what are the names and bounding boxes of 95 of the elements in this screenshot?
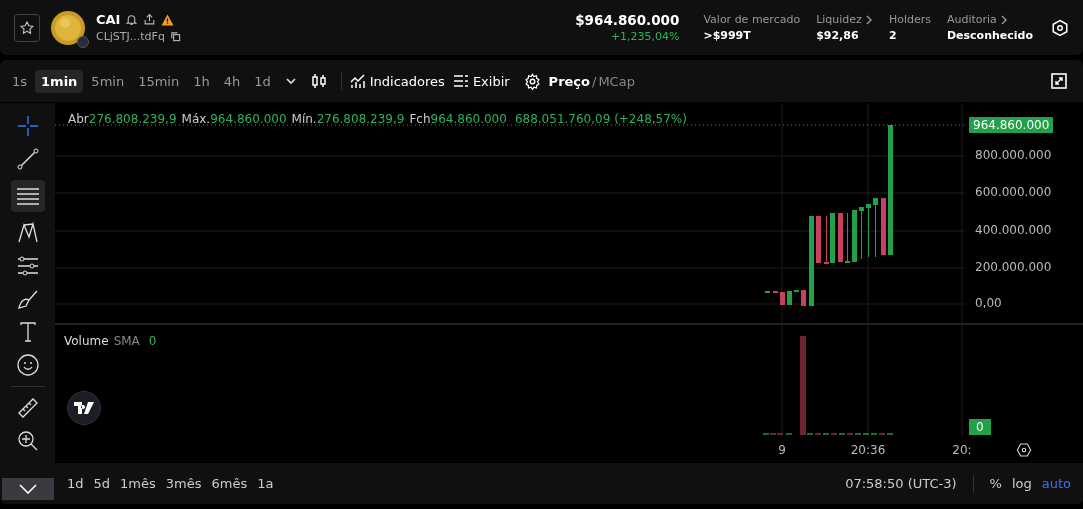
time-tick-label: 9: [777, 443, 787, 457]
scale-toggle[interactable]: log: [1011, 476, 1032, 491]
chevron-right-icon[interactable]: [865, 14, 873, 25]
indicator-value: 0: [148, 334, 157, 348]
candle: [881, 197, 886, 256]
logo-icon[interactable]: [67, 391, 101, 425]
range-button[interactable]: 6mês: [211, 476, 248, 491]
candle: [838, 212, 843, 263]
range-button[interactable]: 5d: [93, 476, 111, 491]
horizontal-lines-tool[interactable]: [10, 180, 45, 212]
time-tick-label: 20:: [951, 443, 973, 457]
fullscreen-icon[interactable]: [1051, 73, 1067, 89]
trend-line-icon[interactable]: [15, 147, 40, 171]
candle: [816, 215, 821, 264]
last-price-label: 964.860.000: [969, 117, 1054, 133]
candle: [866, 203, 871, 258]
candlestick-icon[interactable]: [310, 73, 327, 89]
price-change: +1,235,04%: [610, 30, 680, 43]
separator-text: /: [592, 73, 597, 89]
chart-icon: [349, 73, 366, 89]
candle: [801, 289, 806, 307]
token-symbol: CAI: [96, 12, 121, 27]
zoom-in-icon[interactable]: [15, 429, 40, 453]
sliders-icon[interactable]: [15, 254, 40, 278]
axis-tick-label: 0,00: [975, 296, 1002, 310]
stat-value: >$999T: [703, 29, 752, 42]
price-mode-toggle[interactable]: MCap: [598, 73, 635, 89]
interval-tab[interactable]: 1s: [6, 69, 34, 93]
legend-label: Fch: [409, 112, 431, 126]
stat-value: Desconhecido: [946, 29, 1033, 42]
legend-value: 276.808.239,9: [316, 112, 405, 126]
indicator-name: SMA: [113, 334, 140, 348]
candle: [780, 291, 785, 306]
copy-icon[interactable]: [169, 31, 181, 42]
pattern-icon[interactable]: [15, 221, 40, 245]
price-mode-toggle[interactable]: Preço: [548, 73, 590, 89]
axis-tick-label: 600.000.000: [975, 185, 1052, 199]
range-button[interactable]: 1d: [67, 476, 84, 491]
candle: [873, 197, 878, 258]
stat-label: Valor de mercado: [703, 13, 801, 26]
time-tick-label: 20:36: [849, 443, 887, 457]
coin-icon: [50, 9, 86, 46]
candle: [794, 289, 799, 293]
favorite-button[interactable]: [14, 13, 40, 42]
chevron-down-icon: [17, 484, 38, 494]
stat-label: Auditoria: [946, 13, 997, 26]
legend-value: 964.860.000: [430, 112, 507, 126]
legend-label: Abr: [68, 112, 89, 126]
range-button[interactable]: 3mês: [165, 476, 202, 491]
indicators-button[interactable]: Indicadores: [349, 73, 445, 89]
candle: [852, 209, 857, 263]
stat-value: $92,86: [816, 29, 860, 42]
smiley-icon[interactable]: [15, 353, 40, 377]
range-button[interactable]: 1mês: [120, 476, 156, 491]
axis-tick-label: 800.000.000: [975, 148, 1052, 162]
display-button[interactable]: Exibir: [452, 73, 510, 89]
volume-title: Volume: [64, 334, 109, 348]
token-price: $964.860.000: [575, 12, 680, 28]
interval-tab[interactable]: 4h: [217, 69, 247, 93]
warning-icon: [161, 13, 175, 26]
interval-tab[interactable]: 1min: [35, 69, 84, 93]
axis-tick-label: 200.000.000: [975, 260, 1052, 274]
interval-tab[interactable]: 5min: [85, 69, 131, 93]
token-address: CLjSTJ...tdFq: [96, 30, 165, 43]
crosshair-icon[interactable]: [15, 114, 40, 138]
stat-value: 2: [888, 29, 898, 42]
candle: [765, 290, 770, 294]
last-volume-label: 0: [969, 419, 991, 435]
interval-tab[interactable]: 1d: [248, 69, 277, 93]
candle: [859, 206, 864, 260]
bell-icon[interactable]: [125, 13, 139, 26]
star-icon: [19, 19, 35, 36]
legend-value: 276.808.239,9: [88, 112, 177, 126]
scale-toggle[interactable]: auto: [1041, 476, 1071, 491]
scale-toggle[interactable]: %: [989, 476, 1002, 491]
settings-icon[interactable]: [1016, 442, 1032, 458]
candle: [845, 212, 850, 264]
stat-label: Holders: [888, 13, 931, 26]
legend-label: Máx.: [181, 112, 211, 126]
legend-value: 964.860.000: [210, 112, 287, 126]
interval-tab[interactable]: 15min: [132, 69, 186, 93]
share-icon[interactable]: [143, 13, 157, 26]
interval-tab[interactable]: 1h: [187, 69, 216, 93]
collapse-button[interactable]: [1, 478, 54, 500]
range-button[interactable]: 1a: [257, 476, 274, 491]
axis-tick-label: 400.000.000: [975, 223, 1052, 237]
chevron-right-icon[interactable]: [1000, 14, 1008, 25]
legend-label: Mín.: [291, 112, 317, 126]
stat-label: Liquidez: [816, 13, 862, 26]
candle: [773, 290, 778, 294]
chevron-down-icon[interactable]: [284, 75, 297, 87]
candle: [787, 290, 792, 306]
list-icon: [452, 74, 469, 88]
clock-time: 07:58:50 (UTC-3): [845, 476, 957, 491]
legend-change: 688.051.760,09 (+248,57%): [514, 112, 687, 126]
